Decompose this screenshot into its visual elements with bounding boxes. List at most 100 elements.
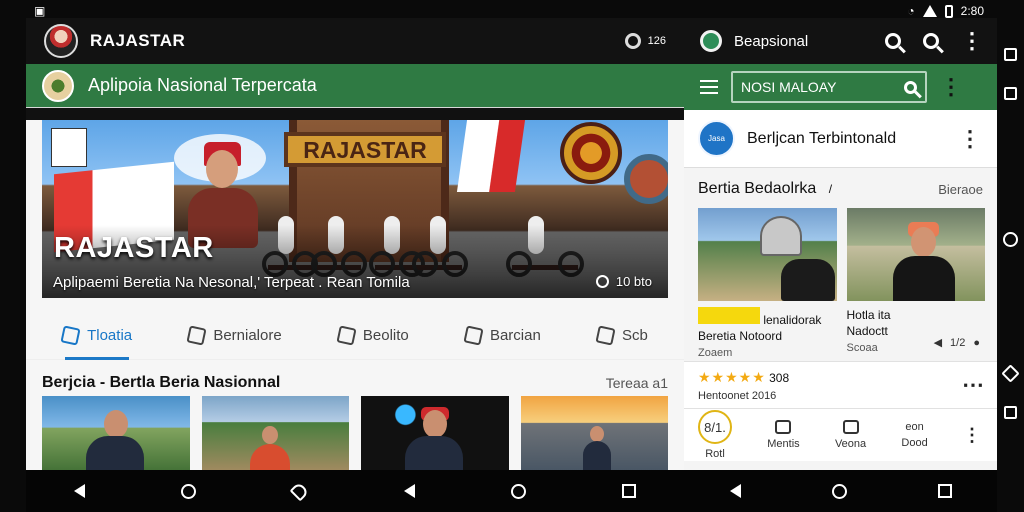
person-head: [104, 410, 128, 438]
tab-label: Barcian: [489, 327, 541, 344]
share-icon: [463, 325, 484, 346]
news-thumbnail[interactable]: [361, 396, 509, 474]
right-brand[interactable]: Beapsional: [700, 30, 808, 52]
news-thumbnail[interactable]: [201, 396, 349, 474]
back-icon[interactable]: [1001, 364, 1020, 383]
more-vert-icon[interactable]: ⋮: [959, 127, 981, 149]
home-icon[interactable]: [510, 483, 526, 499]
stadium-image: [698, 208, 837, 301]
folder-icon[interactable]: [1004, 87, 1017, 100]
red-flag-icon: [456, 120, 526, 192]
alarm-icon: ◔: [907, 4, 915, 18]
left-app-bar: RAJASTAR 126: [26, 18, 684, 64]
section-more-link[interactable]: Tereaa a1: [606, 375, 668, 391]
bottom-nav-item[interactable]: eon Dood: [901, 421, 927, 449]
person-head: [910, 227, 936, 257]
left-news-app: RAJASTAR 126 Aplipoia Nasional Terpercat…: [26, 18, 684, 482]
search-icon[interactable]: [904, 80, 917, 94]
gallery-icon: ▣: [34, 4, 46, 18]
card-tool-value: 1/2: [950, 337, 966, 349]
rating-row[interactable]: ★★★★★ 308 Hentoonet 2016 ⋯: [684, 361, 997, 409]
tab-label: Tloatia: [87, 327, 133, 344]
bottom-nav-item[interactable]: Mentis: [767, 420, 800, 450]
home-icon: [775, 420, 792, 434]
clock-text: 2:80: [960, 4, 984, 18]
avatar[interactable]: [44, 24, 78, 58]
hero-view-count: 10 bto: [595, 274, 652, 289]
heart-icon[interactable]: [289, 481, 310, 501]
news-thumbnail[interactable]: [520, 396, 668, 474]
right-section-title: Bertia Bedaolrka: [698, 180, 817, 197]
right-section-category[interactable]: Bieraoe: [938, 182, 983, 197]
tab-beolito[interactable]: Beolito: [336, 312, 409, 360]
news-section-header: Berjcia - Bertla Beria Nasionnal Tereaa …: [26, 360, 684, 396]
battery-icon: [944, 4, 953, 18]
tab-scb[interactable]: Scb: [595, 312, 648, 360]
right-system-navigation: [684, 470, 997, 512]
info-icon[interactable]: ●: [973, 335, 980, 351]
news-card-meta: lenalidorak Beretia Notoord Zoaem: [698, 301, 837, 361]
card-headline: lenalidorak: [763, 313, 822, 327]
phone-screen: ▣ ◔ 2:80 RAJASTAR 126 Aplipoia Nasional …: [0, 0, 1024, 512]
side-controls: [997, 48, 1024, 428]
hero-banner: RAJASTAR: [284, 132, 446, 167]
home-icon[interactable]: [1003, 232, 1018, 247]
section-mark: /: [828, 182, 833, 196]
tab-bernialore[interactable]: Bernialore: [186, 312, 282, 360]
more-vert-icon[interactable]: ⋮: [961, 30, 983, 52]
news-card[interactable]: lenalidorak Beretia Notoord Zoaem: [698, 208, 837, 361]
person-image: [846, 208, 985, 301]
home-icon[interactable]: [831, 483, 847, 499]
screenshot-icon[interactable]: [1004, 406, 1017, 419]
profile-card[interactable]: Jasa Berljcan Terbintonald ⋮: [684, 110, 997, 168]
search-icon[interactable]: [923, 33, 939, 49]
hero-news-card[interactable]: RAJASTAR RAJASTAR Aplipaemi Beretia Na N…: [42, 120, 668, 298]
news-thumbnail[interactable]: [42, 396, 190, 474]
back-icon[interactable]: [74, 484, 86, 498]
bottom-nav-item[interactable]: Veona: [835, 420, 866, 450]
brand-chip: [698, 307, 760, 324]
tab-tloatia[interactable]: Tloatia: [60, 312, 133, 360]
category-tabs: Tloatia Bernialore Beolito Barcian Scb: [26, 312, 684, 360]
right-news-section-header: Bertia Bedaolrka / Bieraoe: [684, 168, 997, 208]
person-body: [86, 436, 144, 474]
search-input[interactable]: [741, 79, 889, 95]
bottom-nav-item[interactable]: 8/1. Rotl: [698, 410, 732, 460]
home-icon[interactable]: [181, 483, 197, 499]
left-brand[interactable]: RAJASTAR: [44, 24, 185, 58]
system-navigation-bar: [26, 470, 997, 512]
card-headline: Hotla ita: [846, 308, 891, 322]
news-card[interactable]: Hotla ita Nadoctt Scoaa ◀ 1/2 ●: [846, 208, 985, 361]
person-image: [405, 407, 463, 474]
share-icon[interactable]: ◀: [934, 335, 942, 351]
crowd-image: [249, 426, 290, 474]
right-app-title: Beapsional: [734, 32, 809, 50]
chat-icon: [186, 325, 207, 346]
tab-barcian[interactable]: Barcian: [463, 312, 541, 360]
card-tools: ◀ 1/2 ●: [934, 335, 980, 351]
person-image: [582, 426, 611, 474]
recent-apps-icon[interactable]: [621, 484, 636, 498]
menu-icon[interactable]: [700, 80, 718, 94]
rating-left: ★★★★★ 308 Hentoonet 2016: [698, 369, 789, 402]
profile-logo: Jasa: [698, 120, 735, 157]
split-screen-icon[interactable]: [1004, 48, 1017, 61]
back-icon[interactable]: [729, 484, 741, 498]
right-app-bar: Beapsional ⋮: [684, 18, 997, 64]
section-title: Berjcia - Bertla Beria Nasionnal: [42, 373, 281, 391]
more-vert-icon[interactable]: ⋮: [940, 76, 962, 98]
back-icon[interactable]: [403, 484, 415, 498]
rating-value: 308: [769, 370, 790, 385]
search-field[interactable]: [731, 71, 927, 103]
person-body: [405, 436, 463, 474]
sun-sign-icon: [560, 122, 622, 184]
notification-counter[interactable]: 126: [624, 33, 666, 49]
recent-apps-icon[interactable]: [937, 484, 952, 498]
more-vert-icon[interactable]: ⋮: [963, 426, 981, 444]
right-toolbar-actions: ⋮: [885, 30, 983, 52]
card-time: Zoaem: [698, 347, 733, 359]
more-horizontal-icon[interactable]: ⋯: [962, 374, 984, 396]
share-icon: [336, 325, 357, 346]
search-icon[interactable]: [885, 33, 901, 49]
left-main-content: RAJASTAR RAJASTAR Aplipaemi Beretia Na N…: [26, 120, 684, 482]
